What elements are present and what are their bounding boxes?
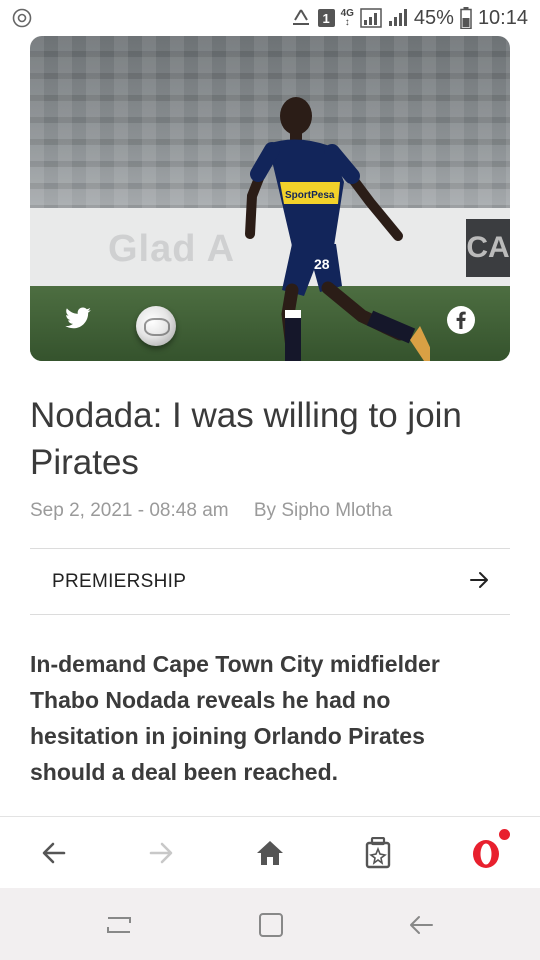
arrow-right-icon (470, 572, 488, 588)
tabs-button[interactable] (360, 835, 396, 871)
system-nav-bar (0, 888, 540, 960)
signal-2-icon (388, 9, 407, 26)
battery-percent: 45% (413, 6, 454, 29)
category-label: PREMIERSHIP (52, 571, 187, 592)
back-button[interactable] (36, 835, 72, 871)
notification-dot (499, 829, 510, 840)
clock: 10:14 (477, 6, 528, 29)
article-date: Sep 2, 2021 - 08:48 am (30, 500, 229, 521)
chrome-circle-icon (12, 8, 32, 28)
twitter-icon[interactable] (64, 304, 92, 332)
facebook-icon[interactable] (446, 305, 476, 335)
home-square-icon[interactable] (256, 910, 286, 940)
recycle-icon (292, 9, 309, 25)
back-icon (42, 842, 66, 864)
home-icon (257, 841, 283, 865)
opera-menu-icon (473, 840, 499, 868)
article-author[interactable]: By Sipho Mlotha (254, 500, 392, 521)
article-meta: Sep 2, 2021 - 08:48 am By Sipho Mlotha (30, 500, 392, 522)
back-nav-icon[interactable] (406, 910, 436, 940)
board-dark-panel: CA (466, 219, 510, 277)
jersey-sponsor: SportPesa (285, 190, 335, 201)
forward-button[interactable] (143, 835, 179, 871)
article-title: Nodada: I was willing to join Pirates (30, 396, 462, 482)
tabs-icon (365, 837, 391, 869)
forward-icon (149, 842, 173, 864)
browser-toolbar (0, 816, 540, 889)
status-bar: 1 4G ↕ 45% 10:14 (0, 0, 540, 36)
player-figure: SportPesa 28 (245, 97, 430, 361)
signal-icon (360, 8, 382, 28)
board-text: Glad A (108, 228, 236, 270)
status-icons: 1 4G ↕ 45% 10:14 (290, 5, 528, 31)
network-type: 4G ↕ (340, 8, 354, 28)
divider-bottom (30, 614, 510, 615)
category-link[interactable]: PREMIERSHIP (30, 549, 510, 614)
home-button[interactable] (252, 835, 288, 871)
sim-slot-badge: 1 (317, 9, 335, 27)
opera-menu-button[interactable] (468, 829, 510, 871)
football (136, 306, 176, 346)
article-lead: In-demand Cape Town City midfielder Thab… (30, 651, 440, 785)
recent-apps-icon[interactable] (104, 910, 134, 940)
jersey-number: 28 (314, 256, 330, 272)
hero-image: Glad A CA SportPesa 28 (30, 36, 510, 361)
battery-icon (460, 7, 472, 29)
